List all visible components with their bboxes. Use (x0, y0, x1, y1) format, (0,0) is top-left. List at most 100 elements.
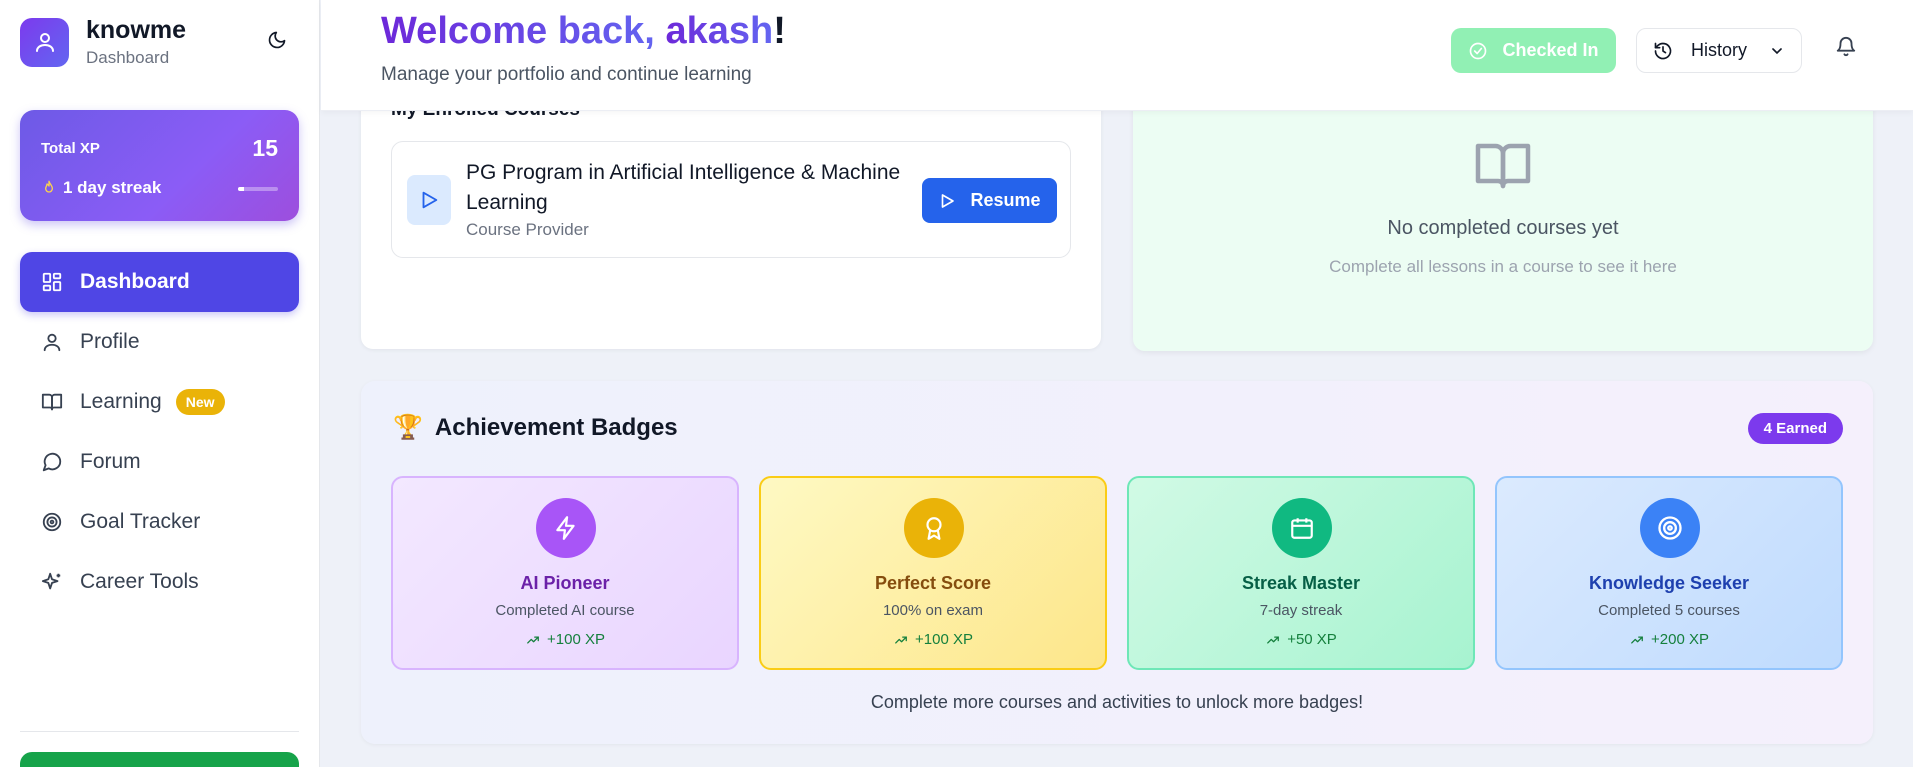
sidebar-item-forum[interactable]: Forum (20, 432, 299, 492)
sidebar-item-goal-tracker[interactable]: Goal Tracker (20, 492, 299, 552)
dashboard-icon (40, 270, 64, 294)
badge-desc: Completed 5 courses (1598, 602, 1740, 619)
trending-up-icon (1631, 635, 1643, 644)
history-dropdown[interactable]: History (1636, 28, 1802, 73)
open-book-icon (1475, 143, 1531, 189)
badge-xp-label: +100 XP (915, 631, 973, 648)
achievement-badges-section: 🏆 Achievement Badges 4 Earned AI Pioneer… (361, 381, 1873, 744)
sidebar-item-label: Forum (80, 450, 141, 473)
course-title: PG Program in Artificial Intelligence & … (466, 161, 901, 214)
badge-name: Perfect Score (874, 573, 992, 593)
user-icon (40, 330, 64, 354)
badge-xp: +100 XP (393, 631, 737, 648)
achievements-footer: Complete more courses and activities to … (870, 692, 1364, 712)
new-badge: New (175, 389, 225, 415)
check-circle-icon (1470, 42, 1487, 59)
trending-up-icon (527, 635, 539, 644)
sidebar-divider (20, 731, 299, 732)
badge-name: AI Pioneer (520, 573, 610, 593)
checked-in-button[interactable]: Checked In (1451, 28, 1616, 73)
completed-courses-card: No completed courses yet Complete all le… (1133, 90, 1873, 351)
brand-name: knowme (86, 16, 187, 44)
sidebar-bottom-button[interactable] (20, 752, 299, 767)
chat-icon (40, 450, 64, 474)
course-provider: Course Provider (466, 220, 589, 239)
moon-icon (268, 31, 286, 49)
xp-value: 15 (252, 135, 278, 161)
badge-xp: +100 XP (761, 631, 1105, 648)
play-icon (942, 193, 955, 208)
completed-empty-title: No completed courses yet (1387, 217, 1619, 239)
trophy-icon: 🏆 (393, 414, 423, 441)
earned-count-badge: 4 Earned (1747, 413, 1843, 444)
streak-label: 1 day streak (63, 178, 162, 197)
sidebar-item-dashboard[interactable]: Dashboard (20, 252, 299, 312)
sidebar-item-label: Dashboard (80, 270, 190, 293)
badge-icon-circle (1272, 498, 1332, 558)
badge-desc: Completed AI course (495, 602, 635, 619)
sidebar-item-learning[interactable]: Learning New (20, 372, 299, 432)
badge-xp: +50 XP (1129, 631, 1473, 648)
badge-card-ai-pioneer[interactable]: AI Pioneer Completed AI course +100 XP (391, 476, 739, 670)
history-label: History (1691, 40, 1748, 60)
brand-logo-icon (20, 17, 69, 67)
achievements-title: 🏆 Achievement Badges (393, 413, 678, 442)
badge-desc: 7-day streak (1259, 602, 1343, 619)
brand: knowme Dashboard (20, 16, 186, 68)
bolt-icon (556, 516, 575, 540)
badge-card-perfect-score[interactable]: Perfect Score 100% on exam +100 XP (759, 476, 1107, 670)
theme-toggle-button[interactable] (263, 26, 291, 54)
sidebar-item-profile[interactable]: Profile (20, 312, 299, 372)
sidebar: knowme Dashboard Total XP 15 1 day strea… (0, 0, 320, 767)
welcome-suffix: ! (773, 10, 786, 52)
badge-card-streak-master[interactable]: Streak Master 7-day streak +50 XP (1127, 476, 1475, 670)
badge-icon-circle (536, 498, 596, 558)
achievements-title-label: Achievement Badges (434, 413, 678, 441)
enrolled-courses-card: My Enrolled Courses PG Program in Artifi… (361, 90, 1101, 349)
xp-label: Total XP (41, 140, 100, 157)
top-header: Welcome back, akash! Manage your portfol… (321, 0, 1913, 111)
notifications-bell-icon[interactable] (1835, 36, 1861, 62)
resume-label: Resume (970, 190, 1041, 210)
streak-progress-bar (238, 187, 278, 191)
badge-desc: 100% on exam (882, 602, 984, 619)
history-icon (1654, 42, 1672, 59)
xp-card: Total XP 15 1 day streak (20, 110, 299, 221)
badge-xp-label: +50 XP (1287, 631, 1337, 648)
badge-xp-label: +200 XP (1651, 631, 1709, 648)
sidebar-item-label: Profile (80, 330, 140, 353)
sidebar-nav: Dashboard Profile Learning New Forum Goa… (20, 252, 299, 612)
course-item[interactable]: PG Program in Artificial Intelligence & … (391, 141, 1071, 258)
trending-up-icon (1267, 635, 1280, 644)
sidebar-item-label: Learning (80, 390, 162, 413)
play-icon (407, 175, 451, 225)
sidebar-item-label: Goal Tracker (80, 510, 201, 533)
trending-up-icon (895, 635, 907, 644)
sidebar-item-label: Career Tools (80, 570, 199, 593)
sidebar-item-career-tools[interactable]: Career Tools (20, 552, 299, 612)
page-title: Welcome back, akash! (381, 10, 786, 53)
resume-button[interactable]: Resume (922, 178, 1057, 223)
badge-name: Knowledge Seeker (1588, 573, 1750, 593)
completed-empty-hint: Complete all lessons in a course to see … (1329, 257, 1677, 276)
brand-subtitle: Dashboard (86, 48, 170, 67)
target-icon (1658, 516, 1682, 540)
badge-card-knowledge-seeker[interactable]: Knowledge Seeker Completed 5 courses +20… (1495, 476, 1843, 670)
book-icon (40, 390, 64, 414)
award-icon (926, 517, 942, 540)
badge-xp-label: +100 XP (547, 631, 605, 648)
badge-xp: +200 XP (1497, 631, 1841, 648)
calendar-icon (1291, 518, 1313, 539)
badge-name: Streak Master (1241, 573, 1361, 593)
streak: 1 day streak (41, 178, 161, 198)
target-icon (40, 510, 64, 534)
welcome-prefix: Welcome back, (381, 10, 666, 52)
welcome-username: akash (665, 10, 774, 52)
page-subtitle: Manage your portfolio and continue learn… (381, 64, 752, 85)
checked-in-label: Checked In (1502, 40, 1599, 60)
badge-icon-circle (904, 498, 964, 558)
sparkles-icon (40, 570, 64, 594)
badge-icon-circle (1640, 498, 1700, 558)
flame-icon (45, 180, 53, 193)
chevron-down-icon (1772, 47, 1782, 54)
